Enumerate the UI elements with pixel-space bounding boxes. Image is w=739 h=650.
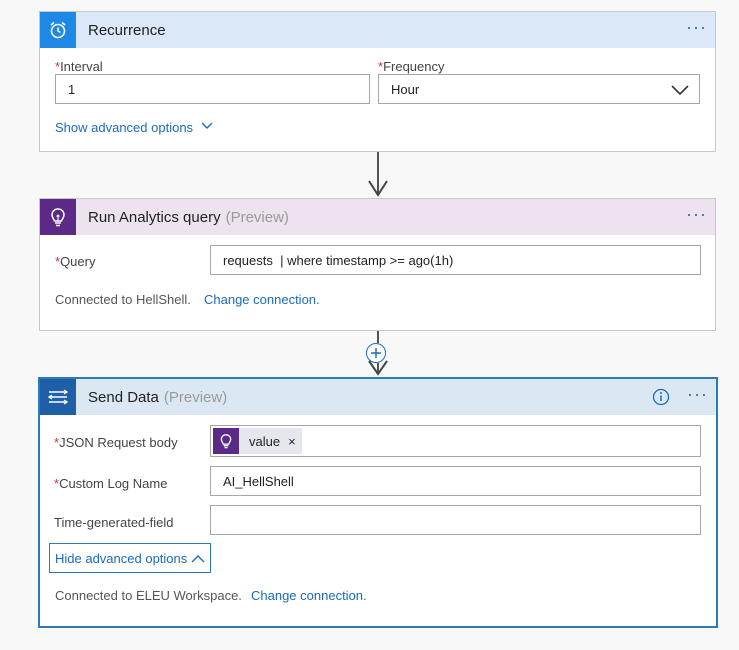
connection-status: Connected to ELEU Workspace. [55,588,242,603]
time-generated-field-label: Time-generated-field [54,515,173,530]
preview-tag: (Preview) [225,208,289,226]
recurrence-more-menu[interactable]: ··· [686,18,707,36]
analytics-more-menu[interactable]: ··· [686,205,707,223]
frequency-label-text: Frequency [383,59,445,74]
change-connection-link[interactable]: Change connection. [251,588,367,603]
recurrence-card: Recurrence ··· *Interval 1 *Frequency Ho… [39,11,716,152]
json-request-body-label-text: JSON Request body [59,435,178,450]
alarm-clock-icon [40,12,76,48]
analytics-query-title: Run Analytics query [88,208,221,226]
change-connection-link[interactable]: Change connection. [204,292,320,307]
chevron-up-icon [191,554,205,562]
recurrence-header[interactable]: Recurrence ··· [40,12,715,48]
custom-log-name-label: *Custom Log Name [54,476,167,491]
send-data-header[interactable]: Send Data (Preview) ··· [40,379,716,415]
lightbulb-icon [213,428,239,454]
query-input[interactable]: requests | where timestamp >= ago(1h) [210,245,701,275]
data-transfer-icon [40,379,76,415]
time-generated-field-input[interactable] [210,505,701,535]
query-value: requests | where timestamp >= ago(1h) [223,252,454,268]
show-advanced-options-text: Show advanced options [55,120,194,135]
custom-log-name-input[interactable]: AI_HellShell [210,466,701,496]
connection-status: Connected to HellShell. [55,292,191,307]
interval-value: 1 [68,81,76,97]
show-advanced-options-link[interactable]: Show advanced options [55,120,213,135]
frequency-label: *Frequency [378,59,444,74]
send-data-more-menu[interactable]: ··· [687,385,708,403]
send-data-card: Send Data (Preview) ··· *JSON Request bo… [38,377,718,628]
hide-advanced-options-button[interactable]: Hide advanced options [49,543,212,573]
recurrence-title: Recurrence [88,21,166,39]
token-label: value [249,433,281,449]
analytics-query-header[interactable]: Run Analytics query (Preview) ··· [40,199,715,235]
query-label: *Query [55,254,95,269]
interval-label: *Interval [55,59,103,74]
time-generated-field-label-text: Time-generated-field [54,515,174,530]
dynamic-content-token[interactable]: value × [213,428,302,454]
custom-log-name-value: AI_HellShell [223,473,294,489]
hide-advanced-options-text: Hide advanced options [55,550,188,566]
interval-input[interactable]: 1 [55,74,370,104]
chevron-down-icon [201,122,213,129]
query-label-text: Query [60,254,96,269]
remove-token-icon[interactable]: × [286,434,302,449]
frequency-select[interactable]: Hour [378,74,700,104]
json-request-body-label: *JSON Request body [54,435,178,450]
preview-tag: (Preview) [163,388,228,406]
arrow-down-icon [368,180,388,197]
analytics-query-card: Run Analytics query (Preview) ··· *Query… [39,198,716,331]
chevron-down-icon [671,85,689,96]
arrow-down-icon [368,360,388,376]
lightbulb-icon [40,199,76,235]
custom-log-name-label-text: Custom Log Name [59,476,168,491]
info-icon[interactable] [652,388,670,406]
frequency-value: Hour [391,81,420,97]
json-request-body-input[interactable]: value × [210,425,701,457]
flow-connector [377,331,379,343]
send-data-title: Send Data [88,388,159,406]
interval-label-text: Interval [60,59,103,74]
